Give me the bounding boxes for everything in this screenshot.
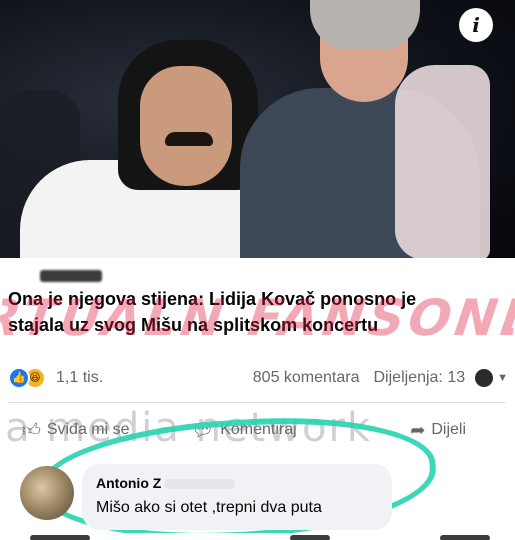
cut-off-next-row: [0, 533, 515, 540]
comment-author[interactable]: Antonio Z: [96, 475, 161, 491]
post-photo[interactable]: i: [0, 0, 515, 258]
comment-bubble[interactable]: Antonio Z Mišo ako si otet ,trepni dva p…: [82, 464, 392, 530]
post-actions: 👍︎ Sviđa mi se 💬︎ Komentiraj ➦ Dijeli: [8, 412, 506, 448]
share-icon: ➦: [410, 419, 426, 440]
headline-line-2: stajala uz svog Mišu na splitskom koncer…: [8, 315, 379, 335]
page-avatar-mini[interactable]: [475, 369, 494, 387]
comment-author-row: Antonio Z: [96, 474, 378, 492]
share-label: Dijeli: [431, 421, 466, 438]
headline-line-1: Ona je njegova stijena: Lidija Kovač pon…: [8, 289, 417, 309]
avatar[interactable]: [20, 466, 74, 520]
comment-text: Mišo ako si otet ,trepni dva puta: [96, 499, 322, 516]
post-headline[interactable]: Ona je njegova stijena: Lidija Kovač pon…: [8, 286, 498, 338]
post-stats: 👍 😆 1,1 tis. 805 komentara Dijeljenja: 1…: [8, 364, 508, 392]
like-label: Sviđa mi se: [46, 421, 130, 438]
comment-button[interactable]: 💬︎ Komentiraj: [170, 420, 318, 441]
man-face: [140, 66, 232, 186]
comments-count[interactable]: 805 komentara: [253, 369, 360, 387]
cut-off-fragment: [440, 535, 490, 540]
shares-count[interactable]: Dijeljenja: 13: [374, 369, 466, 387]
man-mustache: [165, 132, 213, 146]
cut-off-fragment: [30, 535, 90, 540]
comment-icon: 💬︎: [191, 419, 215, 440]
info-icon[interactable]: i: [459, 8, 493, 42]
share-button[interactable]: ➦ Dijeli: [318, 420, 506, 441]
divider: [8, 402, 506, 403]
like-icon[interactable]: 👍: [8, 367, 30, 389]
comment-label: Komentiraj: [220, 421, 297, 438]
chevron-down-icon[interactable]: ▼: [497, 372, 508, 384]
thumbs-up-icon: 👍︎: [22, 420, 41, 440]
comment-section: Antonio Z Mišo ako si otet ,trepni dva p…: [0, 409, 515, 540]
reactions-count[interactable]: 1,1 tis.: [56, 369, 103, 387]
cut-off-fragment: [290, 535, 330, 540]
like-button[interactable]: 👍︎ Sviđa mi se: [8, 419, 170, 441]
author-name-redacted: [165, 479, 236, 490]
link-domain-redacted: [40, 270, 102, 282]
woman-scarf: [395, 65, 490, 258]
